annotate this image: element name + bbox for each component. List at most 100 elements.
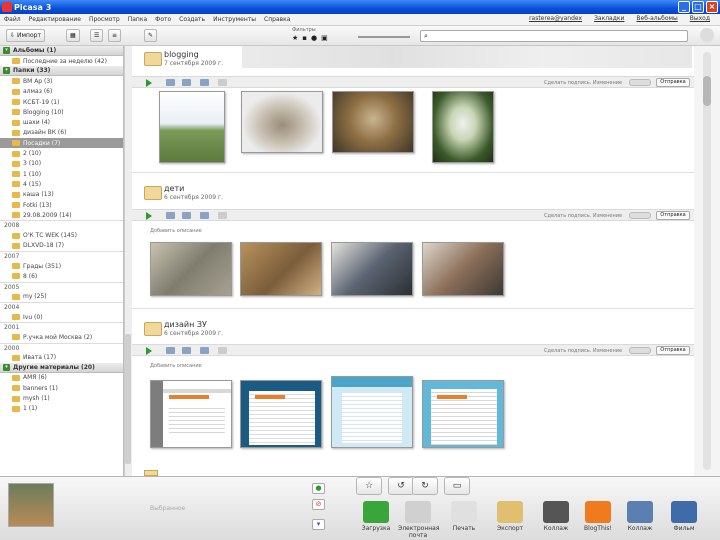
collage-create-action-button[interactable]: Коллаж — [620, 501, 660, 532]
sidebar-folder-item[interactable]: Р.учка мой Москва (2) — [0, 332, 123, 342]
upload-icon[interactable] — [182, 79, 191, 86]
blogthis-action-button[interactable]: BlogThis! — [578, 501, 618, 532]
star-icon[interactable] — [218, 79, 227, 86]
menu-item[interactable]: Инструменты — [213, 16, 256, 23]
sidebar-folder-item[interactable]: каша (13) — [0, 190, 123, 200]
add-to-album-button[interactable]: ▾ — [312, 519, 325, 530]
sidebar-folder-item[interactable]: my (25) — [0, 292, 123, 302]
video-filter-icon[interactable]: ▪ — [302, 34, 307, 42]
menu-item[interactable]: Фото — [155, 16, 171, 23]
list-view-button[interactable]: ☰ — [90, 29, 104, 42]
library-scrollbar[interactable] — [694, 46, 720, 476]
account-link[interactable]: rasterea@yandex — [529, 15, 582, 22]
account-link[interactable]: Веб-альбомы — [636, 15, 677, 22]
account-link[interactable]: Закладки — [594, 15, 624, 22]
share-icon[interactable] — [166, 79, 175, 86]
photo-thumbnail[interactable] — [241, 91, 323, 153]
tray-thumbnail[interactable] — [8, 483, 54, 527]
thumbnail-size-slider[interactable] — [629, 347, 651, 354]
share-icon[interactable] — [166, 212, 175, 219]
sidebar-folder-item[interactable]: Посадки (7) — [0, 138, 123, 149]
menu-item[interactable]: Справка — [264, 16, 290, 23]
album-header-deti[interactable]: дети 6 сентября 2009 г. — [132, 180, 694, 210]
import-button[interactable]: ⇩ Импорт — [6, 29, 45, 42]
rotate-left-button[interactable]: ↺ — [388, 477, 414, 495]
rotate-right-button[interactable]: ↻ — [412, 477, 438, 495]
star-filter-icon[interactable]: ★ — [292, 34, 298, 42]
export-action-button[interactable]: Экспорт — [490, 501, 530, 532]
account-link[interactable]: Выход — [690, 15, 710, 22]
library-scroll-thumb[interactable] — [703, 76, 711, 106]
photo-thumbnail[interactable] — [240, 380, 322, 448]
sidebar-folder-item[interactable]: Ивата (17) — [0, 353, 123, 363]
sidebar-folder-item[interactable]: banners (1) — [0, 383, 123, 393]
menu-item[interactable]: Просмотр — [89, 16, 120, 23]
photo-thumbnail[interactable] — [159, 91, 225, 163]
menu-item[interactable]: Редактирование — [29, 16, 81, 23]
email-icon[interactable] — [200, 79, 209, 86]
photo-thumbnail[interactable] — [150, 380, 232, 448]
hold-pin-button[interactable]: ● — [312, 483, 325, 494]
sidebar-folder-item[interactable]: Грады (351) — [0, 261, 123, 271]
sidebar-folder-item[interactable]: О'К ТС WEK (145) — [0, 230, 123, 240]
menu-item[interactable]: Папка — [128, 16, 147, 23]
maximize-button[interactable]: □ — [692, 1, 704, 13]
details-view-button[interactable]: ≡ — [108, 29, 122, 42]
photo-thumbnail[interactable] — [331, 376, 413, 448]
email-icon[interactable] — [200, 347, 209, 354]
album-caption[interactable]: Добавить описание — [150, 363, 202, 369]
collage-action-button[interactable]: Коллаж — [536, 501, 576, 532]
movie-action-button[interactable]: Фильм — [664, 501, 704, 532]
sidebar-section-header[interactable]: ▾ Другие материалы (20) — [0, 362, 123, 373]
sidebar-folder-item[interactable]: шахи (4) — [0, 117, 123, 127]
sidebar-folder-item[interactable]: 4 (15) — [0, 179, 123, 189]
photo-thumbnail[interactable] — [432, 91, 494, 163]
email-icon[interactable] — [200, 212, 209, 219]
play-slideshow-icon[interactable] — [146, 347, 152, 355]
sidebar-folder-item[interactable]: АМЯ (6) — [0, 373, 123, 383]
sidebar-folder-item[interactable]: 2 (10) — [0, 148, 123, 158]
thumbnail-size-slider[interactable] — [629, 212, 651, 219]
clear-tray-button[interactable]: ⊘ — [312, 499, 325, 510]
sidebar-folder-item[interactable]: Последние за неделю (42) — [0, 56, 123, 66]
sidebar-folder-item[interactable]: Ivu (0) — [0, 312, 123, 322]
sidebar-scroll-thumb[interactable] — [125, 334, 131, 464]
sidebar-folder-item[interactable]: КСБТ-19 (1) — [0, 97, 123, 107]
send-button[interactable]: Отправка — [656, 211, 690, 220]
edit-tool-button[interactable]: ✎ — [144, 29, 158, 42]
sidebar-folder-item[interactable]: DLXVD-18 (7) — [0, 241, 123, 251]
send-button[interactable]: Отправка — [656, 346, 690, 355]
search-input[interactable]: ⌕ — [420, 30, 688, 42]
sidebar-section-header[interactable]: ▾ Папки (33) — [0, 66, 123, 77]
date-slider[interactable] — [358, 36, 410, 38]
sidebar-folder-item[interactable]: дизайн ВК (6) — [0, 128, 123, 138]
album-header-dizain[interactable]: дизайн ЗУ 6 сентября 2009 г. — [132, 316, 694, 346]
star-button[interactable]: ☆ — [356, 477, 382, 495]
sidebar-folder-item[interactable]: 1 (10) — [0, 169, 123, 179]
upload-icon[interactable] — [182, 212, 191, 219]
sidebar-folder-item[interactable]: Fotki (13) — [0, 200, 123, 210]
photo-thumbnail[interactable] — [150, 242, 232, 296]
sidebar-folder-item[interactable]: 3 (10) — [0, 159, 123, 169]
collapse-icon[interactable]: ▾ — [3, 47, 10, 54]
sidebar-folder-item[interactable]: 1 (1) — [0, 404, 123, 414]
sidebar-folder-item[interactable]: алмаз (6) — [0, 87, 123, 97]
play-slideshow-icon[interactable] — [146, 79, 152, 87]
email-action-button[interactable]: Электронная почта — [398, 501, 439, 539]
minimize-button[interactable]: _ — [678, 1, 690, 13]
sidebar-folder-item[interactable]: ВМ Ар (3) — [0, 76, 123, 86]
close-button[interactable]: × — [706, 1, 718, 13]
sidebar-folder-item[interactable]: Blogging (10) — [0, 107, 123, 117]
album-caption[interactable]: Добавить описание — [150, 228, 202, 234]
star-icon[interactable] — [218, 347, 227, 354]
star-icon[interactable] — [218, 212, 227, 219]
play-slideshow-icon[interactable] — [146, 212, 152, 220]
photo-thumbnail[interactable] — [422, 242, 504, 296]
photo-thumbnail[interactable] — [331, 242, 413, 296]
sidebar-folder-item[interactable]: mysh (1) — [0, 393, 123, 403]
sidebar-folder-item[interactable]: 8 (6) — [0, 271, 123, 281]
collapse-icon[interactable]: ▾ — [3, 67, 10, 75]
upload-icon[interactable] — [182, 347, 191, 354]
collapse-icon[interactable]: ▾ — [3, 363, 10, 371]
photo-thumbnail[interactable] — [240, 242, 322, 296]
